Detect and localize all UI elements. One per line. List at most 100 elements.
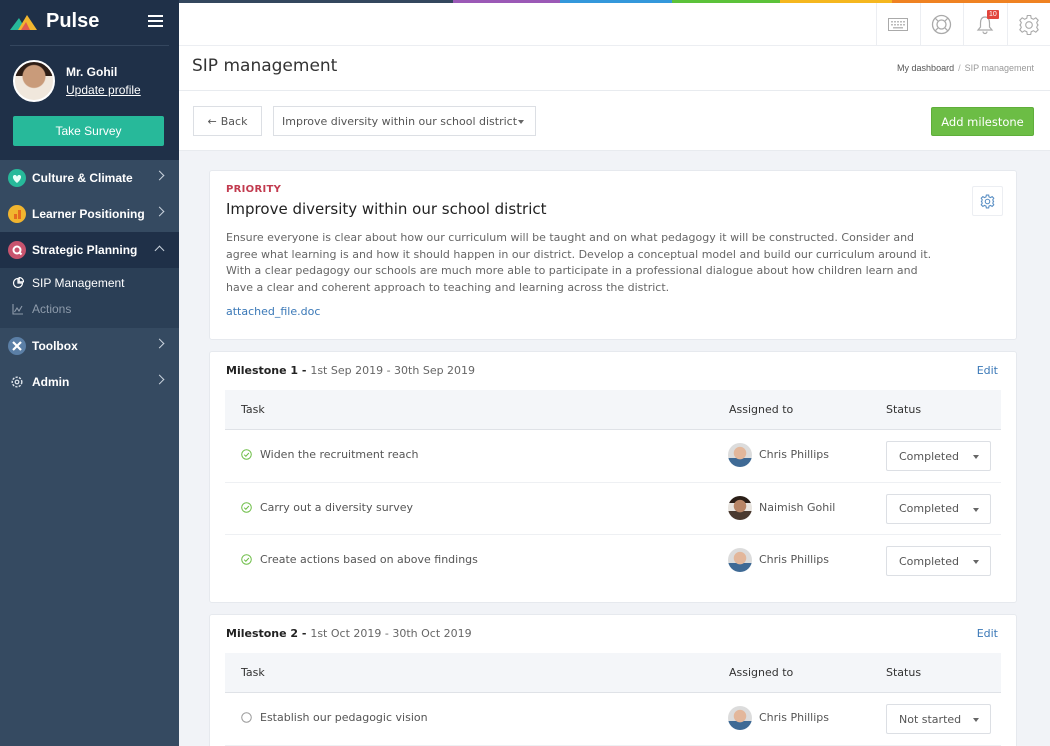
add-milestone-button[interactable]: Add milestone (931, 107, 1034, 136)
check-circle-icon[interactable] (241, 449, 252, 460)
keyboard-button[interactable] (876, 3, 920, 46)
sidebar-item-label: Culture & Climate (32, 171, 133, 185)
toolbox-icon (8, 337, 26, 355)
keyboard-icon (888, 18, 909, 31)
column-header-status: Status (886, 666, 922, 679)
update-profile-link[interactable]: Update profile (66, 83, 141, 97)
table-row: Create actions based on above findings C… (225, 535, 1001, 588)
user-profile: Mr. Gohil Update profile (13, 60, 141, 102)
caret-down-icon (518, 120, 524, 124)
assignee-name: Chris Phillips (759, 448, 830, 461)
caret-down-icon (973, 507, 979, 512)
sidebar-item-culture-climate[interactable]: Culture & Climate (0, 160, 179, 196)
table-header-row: Task Assigned to Status (225, 653, 1001, 693)
settings-button[interactable] (1006, 3, 1050, 46)
milestone-name: Milestone 1 (226, 364, 299, 377)
column-header-assigned: Assigned to (729, 666, 794, 679)
assignee-avatar (728, 495, 752, 520)
arrow-left-icon: ← (207, 114, 217, 128)
status-value: Completed (899, 554, 959, 568)
user-name: Mr. Gohil (66, 65, 118, 79)
chevron-right-icon (154, 206, 165, 217)
assignee-avatar (728, 706, 752, 730)
sidebar-header: Pulse Mr. Gohil Update profile Take Surv… (0, 0, 179, 160)
milestone-name: Milestone 2 (226, 627, 299, 640)
breadcrumb-current: SIP management (964, 63, 1034, 73)
chevron-right-icon (154, 170, 165, 181)
milestone-task-table: Task Assigned to Status Establish our pe… (225, 653, 1001, 746)
sidebar-subitem-label: Actions (32, 302, 72, 316)
sidebar-subitem-label: SIP Management (32, 276, 125, 290)
sidebar-item-admin[interactable]: Admin (0, 364, 179, 400)
sidebar-item-toolbox[interactable]: Toolbox (0, 328, 179, 364)
help-button[interactable] (919, 3, 964, 46)
status-value: Completed (899, 449, 959, 463)
sidebar-item-strategic-planning[interactable]: Strategic Planning (0, 232, 179, 268)
table-header-row: Task Assigned to Status (225, 390, 1001, 430)
column-header-task: Task (241, 666, 265, 679)
priority-select-value: Improve diversity within our school dist… (282, 114, 518, 128)
strategic-icon (8, 241, 26, 259)
chevron-right-icon (154, 338, 165, 349)
assignee-name: Naimish Gohil (759, 500, 836, 514)
milestone-dates: 1st Oct 2019 - 30th Oct 2019 (310, 627, 472, 640)
chevron-right-icon (154, 374, 165, 385)
user-avatar[interactable] (13, 60, 55, 102)
edit-milestone-link[interactable]: Edit (977, 364, 998, 377)
page-title: SIP management (192, 56, 338, 76)
pie-chart-icon (12, 276, 25, 289)
status-value: Not started (899, 712, 962, 726)
empty-circle-icon[interactable] (241, 712, 252, 723)
milestone-card: Milestone 1 - 1st Sep 2019 - 30th Sep 20… (209, 351, 1017, 603)
breadcrumb-home-link[interactable]: My dashboard (897, 63, 954, 73)
status-select[interactable]: Not started (886, 704, 991, 734)
notifications-button[interactable]: 10 (963, 3, 1007, 46)
breadcrumb: My dashboard / SIP management (897, 63, 1034, 73)
attachment-link[interactable]: attached_file.doc (226, 305, 320, 318)
milestone-dates: 1st Sep 2019 - 30th Sep 2019 (310, 364, 476, 377)
milestone-header: Milestone 2 - 1st Oct 2019 - 30th Oct 20… (226, 627, 472, 640)
status-value: Completed (899, 502, 959, 515)
app-logo[interactable]: Pulse (10, 10, 99, 33)
column-header-task: Task (241, 403, 265, 416)
sidebar-subitem-sip-management[interactable]: SIP Management (0, 270, 179, 296)
culture-icon (8, 169, 26, 187)
assignee-avatar (728, 443, 752, 467)
priority-settings-button[interactable] (972, 186, 1003, 216)
sidebar-item-label: Strategic Planning (32, 243, 138, 257)
back-button[interactable]: ← Back (193, 106, 262, 136)
menu-toggle-icon[interactable] (148, 15, 163, 27)
sidebar-item-label: Learner Positioning (32, 207, 145, 221)
back-button-label: Back (220, 114, 248, 128)
settings-icon (1018, 14, 1039, 35)
sidebar-item-learner-positioning[interactable]: Learner Positioning (0, 196, 179, 232)
notification-count-badge: 10 (987, 10, 999, 19)
status-select[interactable]: Completed (886, 493, 991, 524)
task-name: Widen the recruitment reach (260, 448, 419, 461)
app-name: Pulse (46, 10, 100, 32)
page-toolbar: ← Back Improve diversity within our scho… (179, 91, 1050, 151)
priority-label: PRIORITY (226, 184, 282, 195)
page-header: SIP management My dashboard / SIP manageme… (179, 46, 1050, 91)
assignee-avatar (728, 548, 752, 572)
priority-description: Ensure everyone is clear about how our c… (226, 231, 932, 294)
priority-select[interactable]: Improve diversity within our school dist… (273, 106, 536, 136)
milestone-card: Milestone 2 - 1st Oct 2019 - 30th Oct 20… (209, 614, 1017, 746)
status-select[interactable]: Completed (886, 546, 991, 576)
column-header-assigned: Assigned to (729, 403, 794, 416)
milestone-separator: - (298, 627, 311, 640)
check-circle-icon[interactable] (241, 554, 252, 565)
take-survey-button[interactable]: Take Survey (13, 116, 164, 146)
status-select[interactable]: Completed (886, 441, 991, 471)
assignee-name: Chris Phillips (759, 553, 830, 566)
sidebar-item-label: Toolbox (32, 339, 78, 353)
caret-down-icon (973, 455, 979, 459)
table-row: Widen the recruitment reach Chris Philli… (225, 430, 1001, 483)
table-row: Carry out a diversity survey Naimish Goh… (225, 483, 1001, 535)
task-name: Create actions based on above findings (260, 553, 478, 566)
pulse-logo-icon (10, 14, 37, 30)
sidebar-item-label: Admin (32, 375, 70, 389)
sidebar-subitem-actions[interactable]: Actions (0, 296, 179, 322)
edit-milestone-link[interactable]: Edit (977, 627, 998, 640)
check-circle-icon[interactable] (241, 501, 252, 513)
